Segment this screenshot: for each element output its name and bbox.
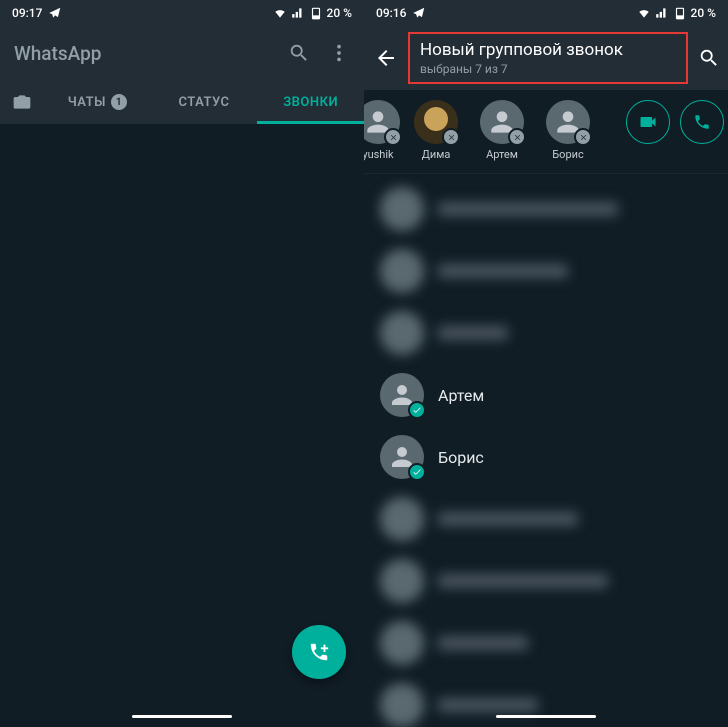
avatar — [380, 249, 424, 293]
tab-status[interactable]: СТАТУС — [151, 80, 258, 124]
contact-name-blurred — [438, 636, 528, 650]
nav-bar — [364, 705, 728, 727]
contact-name: Борис — [438, 448, 484, 467]
search-icon[interactable] — [288, 42, 310, 64]
selected-name: Артем — [486, 148, 518, 161]
list-item[interactable]: Артем — [364, 364, 728, 426]
avatar — [380, 435, 424, 479]
selected-participant[interactable]: Артем — [474, 100, 530, 161]
nav-pill[interactable] — [132, 715, 232, 718]
contact-list[interactable]: Артем Борис — [364, 174, 728, 727]
telegram-icon — [48, 6, 62, 20]
avatar — [380, 311, 424, 355]
avatar — [380, 373, 424, 417]
avatar — [480, 100, 524, 144]
new-call-fab[interactable] — [292, 625, 346, 679]
list-item[interactable] — [364, 240, 728, 302]
avatar — [380, 559, 424, 603]
header-title: Новый групповой звонок — [420, 40, 676, 60]
check-icon — [408, 401, 426, 419]
tab-chats-label: ЧАТЫ — [68, 95, 106, 110]
nav-pill[interactable] — [496, 715, 596, 718]
search-icon[interactable] — [698, 47, 720, 69]
avatar — [380, 621, 424, 665]
selected-name: Дима — [422, 148, 451, 161]
back-icon[interactable] — [374, 46, 398, 70]
status-bar: 09:17 20 % — [0, 0, 364, 26]
wifi-icon — [273, 6, 287, 20]
status-battery: 20 % — [691, 6, 716, 20]
list-item[interactable] — [364, 302, 728, 364]
status-time: 09:17 — [12, 6, 42, 20]
app-bar: WhatsApp — [0, 26, 364, 80]
add-call-icon — [308, 641, 330, 663]
avatar — [546, 100, 590, 144]
remove-icon[interactable] — [384, 128, 402, 146]
voice-call-button[interactable] — [680, 100, 724, 144]
tab-status-label: СТАТУС — [178, 95, 229, 110]
selected-participant[interactable]: yushik — [364, 100, 398, 161]
status-battery: 20 % — [327, 6, 352, 20]
status-time: 09:16 — [376, 6, 406, 20]
selected-participants-row: yushik Дима Артем Борис — [364, 90, 728, 174]
list-item[interactable] — [364, 550, 728, 612]
avatar — [364, 100, 400, 144]
signal-icon — [655, 6, 669, 20]
selected-participant[interactable]: Дима — [408, 100, 464, 161]
video-icon — [638, 112, 658, 132]
wifi-icon — [637, 6, 651, 20]
remove-icon[interactable] — [442, 128, 460, 146]
tab-camera[interactable] — [0, 92, 44, 112]
tab-chats[interactable]: ЧАТЫ 1 — [44, 80, 151, 124]
header-highlight-box: Новый групповой звонок выбраны 7 из 7 — [408, 32, 688, 84]
contact-name-blurred — [438, 574, 608, 588]
tabs: ЧАТЫ 1 СТАТУС ЗВОНКИ — [0, 80, 364, 124]
status-bar: 09:16 20 % — [364, 0, 728, 26]
telegram-icon — [412, 6, 426, 20]
tab-calls-label: ЗВОНКИ — [283, 95, 338, 110]
call-header: Новый групповой звонок выбраны 7 из 7 — [364, 26, 728, 90]
contact-name-blurred — [438, 264, 568, 278]
contact-name-blurred — [438, 202, 618, 216]
list-item[interactable] — [364, 178, 728, 240]
menu-more-icon[interactable] — [328, 42, 350, 64]
contact-name-blurred — [438, 326, 508, 340]
selected-name: yushik — [364, 148, 394, 161]
battery-icon — [673, 6, 687, 20]
signal-icon — [291, 6, 305, 20]
list-item[interactable] — [364, 612, 728, 674]
remove-icon[interactable] — [508, 128, 526, 146]
camera-icon — [12, 92, 32, 112]
selected-participant[interactable]: Борис — [540, 100, 596, 161]
contact-name-blurred — [438, 512, 578, 526]
screen-new-group-call: 09:16 20 % Новый групповой звонок выбран… — [364, 0, 728, 727]
avatar — [414, 100, 458, 144]
selected-name: Борис — [552, 148, 584, 161]
header-subtitle: выбраны 7 из 7 — [420, 62, 676, 76]
list-item[interactable] — [364, 488, 728, 550]
tab-calls[interactable]: ЗВОНКИ — [257, 80, 364, 124]
list-item[interactable]: Борис — [364, 426, 728, 488]
remove-icon[interactable] — [574, 128, 592, 146]
avatar — [380, 497, 424, 541]
phone-icon — [693, 113, 711, 131]
check-icon — [408, 463, 426, 481]
app-title: WhatsApp — [14, 42, 270, 65]
battery-icon — [309, 6, 323, 20]
nav-bar — [0, 705, 364, 727]
screen-whatsapp-calls: 09:17 20 % WhatsApp ЧАТЫ 1 СТАТУС ЗВОНКИ — [0, 0, 364, 727]
avatar — [380, 187, 424, 231]
tab-chats-badge: 1 — [111, 94, 127, 110]
contact-name: Артем — [438, 386, 484, 405]
video-call-button[interactable] — [626, 100, 670, 144]
